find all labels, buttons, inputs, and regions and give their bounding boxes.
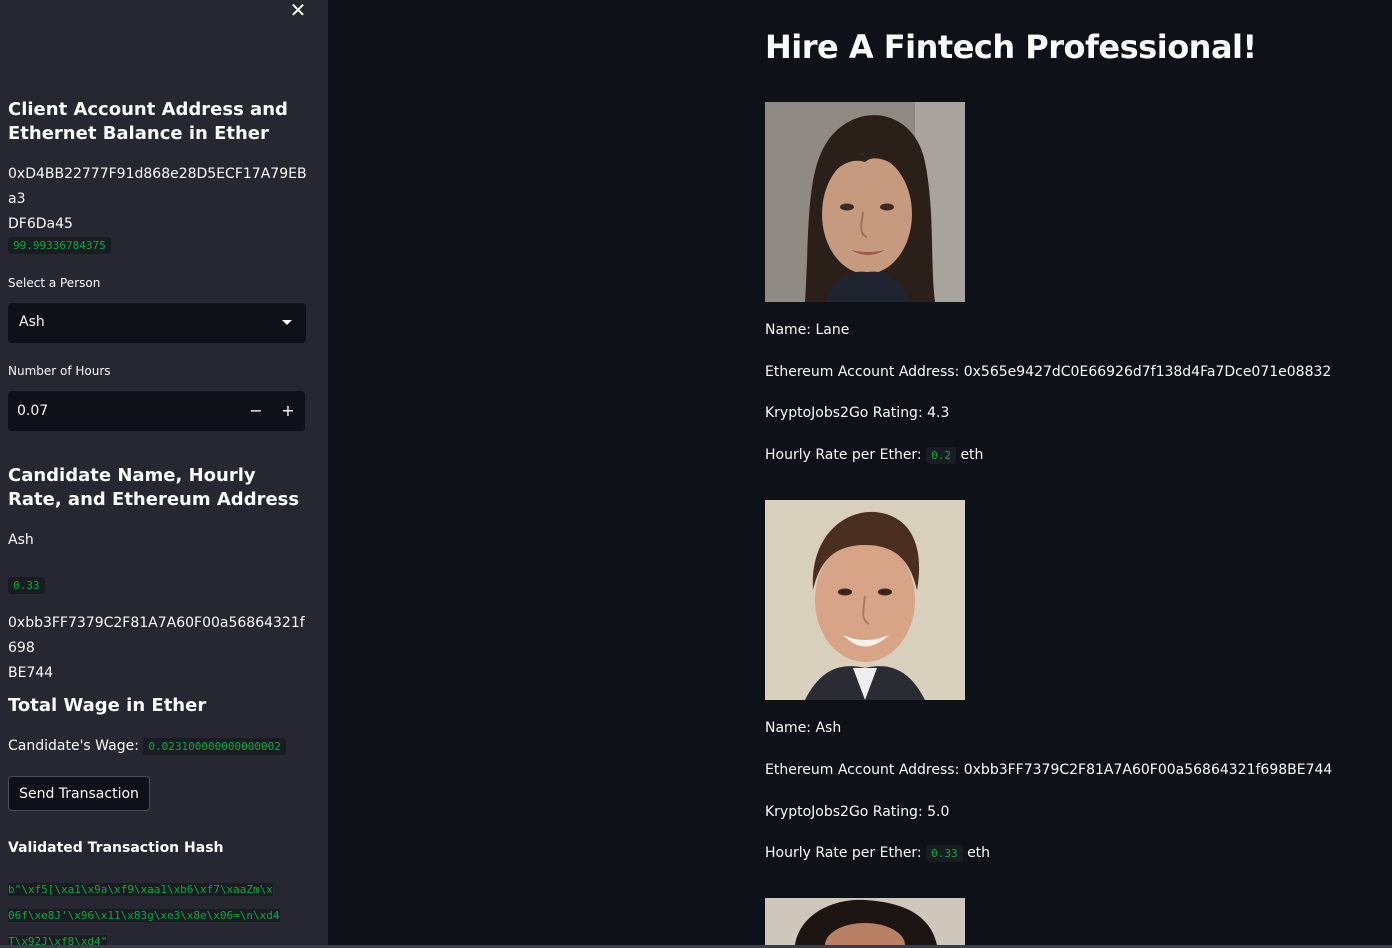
hash-heading: Validated Transaction Hash <box>8 840 224 856</box>
client-balance: 99.99336784375 <box>8 234 111 254</box>
candidate-address-lane: Ethereum Account Address: 0x565e9427dC0E… <box>765 364 1332 380</box>
candidate-address-line1: 0xbb3FF7379C2F81A7A60F00a56864321f698 <box>8 615 305 656</box>
candidate-address-line2: BE744 <box>8 665 54 681</box>
transaction-hash: b"\xf5[\xa1\x9a\xf9\xaa1\xb6\xf7\xaaZm\x… <box>8 877 306 948</box>
candidate-rate: 0.33 <box>8 574 45 594</box>
hours-input[interactable] <box>8 391 238 431</box>
client-balance-value: 99.99336784375 <box>8 237 111 254</box>
candidate-address: 0xbb3FF7379C2F81A7A60F00a56864321f698 BE… <box>8 611 308 686</box>
candidate-name: Ash <box>8 532 34 548</box>
candidate-rating-lane: KryptoJobs2Go Rating: 4.3 <box>765 405 950 421</box>
candidate-heading: Candidate Name, Hourly Rate, and Ethereu… <box>8 465 300 510</box>
rate-unit: eth <box>967 845 991 861</box>
hours-stepper: − + <box>8 391 305 431</box>
candidate-rating-ash: KryptoJobs2Go Rating: 5.0 <box>765 804 950 820</box>
rate-unit: eth <box>960 447 984 463</box>
portrait-image <box>765 500 965 700</box>
candidate-rate-value: 0.33 <box>8 577 45 594</box>
portrait-image <box>765 898 965 945</box>
chevron-down-icon <box>282 320 292 325</box>
hash-line: b"\xf5[\xa1\x9a\xf9\xaa1\xb6\xf7\xaaZm\x <box>8 883 273 896</box>
hash-line: 06f\xe8J'\x96\x11\x83g\xe3\x8e\x06=\n\xd… <box>8 909 280 922</box>
rate-value: 0.33 <box>926 845 963 862</box>
hours-increment-button[interactable]: + <box>272 391 304 431</box>
wage-value: 0.023100000000000002 <box>143 738 286 755</box>
candidate-photo-ash <box>765 500 965 700</box>
wage-row: Candidate's Wage: 0.023100000000000002 <box>8 734 308 759</box>
rate-label: Hourly Rate per Ether: <box>765 845 922 861</box>
portrait-image <box>765 102 965 302</box>
candidate-name-lane: Name: Lane <box>765 322 850 338</box>
client-address: 0xD4BB22777F91d868e28D5ECF17A79EBa3 DF6D… <box>8 162 308 237</box>
send-transaction-button[interactable]: Send Transaction <box>8 776 150 811</box>
candidate-photo-3 <box>765 898 965 945</box>
rate-value: 0.2 <box>926 447 956 464</box>
candidate-rate-lane: Hourly Rate per Ether: 0.2 eth <box>765 447 984 464</box>
page-title: Hire A Fintech Professional! <box>765 28 1257 66</box>
client-heading: Client Account Address and Ethernet Bala… <box>8 99 288 144</box>
wage-heading: Total Wage in Ether <box>8 695 207 716</box>
sidebar: ✕ Client Account Address and Ethernet Ba… <box>0 0 328 948</box>
select-person-value: Ash <box>19 314 45 330</box>
candidate-address-ash: Ethereum Account Address: 0xbb3FF7379C2F… <box>765 762 1333 778</box>
rate-label: Hourly Rate per Ether: <box>765 447 922 463</box>
close-icon[interactable]: ✕ <box>286 0 310 22</box>
select-person-label: Select a Person <box>8 276 101 290</box>
hours-label: Number of Hours <box>8 364 111 378</box>
client-address-line1: 0xD4BB22777F91d868e28D5ECF17A79EBa3 <box>8 166 307 207</box>
candidate-rate-ash: Hourly Rate per Ether: 0.33 eth <box>765 845 991 862</box>
candidate-photo-lane <box>765 102 965 302</box>
select-person-dropdown[interactable]: Ash <box>8 303 306 343</box>
hours-decrement-button[interactable]: − <box>240 391 272 431</box>
wage-label: Candidate's Wage: <box>8 738 139 754</box>
candidate-name-ash: Name: Ash <box>765 720 842 736</box>
